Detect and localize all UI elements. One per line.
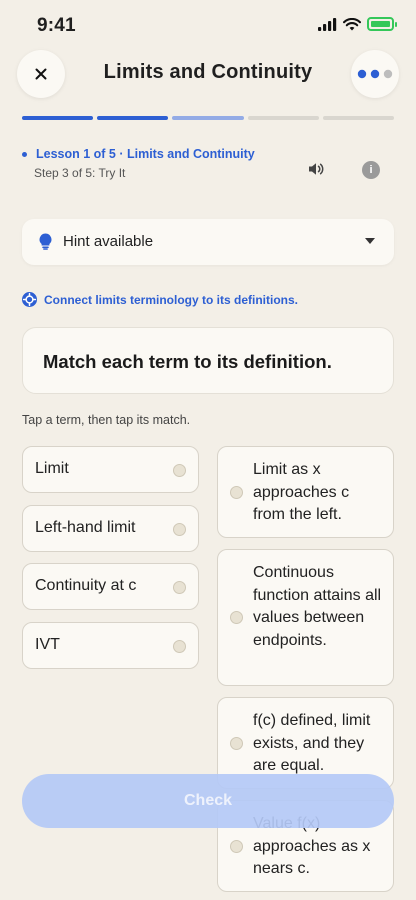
check-button[interactable]: Check [22, 774, 394, 828]
chevron-down-icon [365, 238, 375, 244]
speaker-icon [309, 163, 324, 175]
radio-icon [173, 464, 186, 477]
definition-card[interactable]: Limit as x approaches c from the left. [217, 446, 394, 538]
radio-icon [173, 523, 186, 536]
question-prompt: Match each term to its definition. [43, 351, 332, 372]
lesson-bullet [22, 152, 27, 157]
instruction-text: Tap a term, then tap its match. [22, 413, 191, 427]
radio-icon [173, 640, 186, 653]
more-dots-icon [357, 69, 393, 79]
term-label: Limit [35, 460, 69, 477]
lesson-progress [22, 116, 395, 120]
question-card: Match each term to its definition. [22, 327, 394, 394]
term-label: Left-hand limit [35, 519, 136, 536]
step-label: Step 3 of 5: Try It [34, 166, 126, 180]
radio-icon [230, 737, 243, 750]
term-label: Continuity at c [35, 577, 137, 594]
term-card-limit[interactable]: Limit [22, 446, 199, 493]
status-icons [318, 17, 397, 31]
term-label: IVT [35, 636, 60, 653]
learning-objective: Connect limits terminology to its defini… [44, 293, 299, 307]
hint-dropdown[interactable]: Hint available [22, 219, 394, 265]
status-bar: 9:41 [0, 0, 416, 50]
hint-label: Hint available [63, 233, 154, 250]
lesson-title: Lesson 1 of 5 · Limits and Continuity [36, 147, 255, 161]
radio-icon [230, 611, 243, 624]
progress-segment-5 [322, 116, 395, 120]
lightbulb-icon [39, 233, 52, 250]
definition-card[interactable]: Continuous function attains all values b… [217, 549, 394, 686]
audio-button[interactable] [308, 162, 324, 181]
signal-icon [318, 17, 337, 31]
progress-segment-3 [172, 116, 244, 120]
progress-segment-1 [22, 116, 94, 120]
info-icon[interactable]: i [362, 161, 380, 179]
term-card-continuity[interactable]: Continuity at c [22, 563, 199, 610]
definition-text: f(c) defined, limit exists, and they are… [253, 712, 371, 774]
more-button[interactable] [351, 50, 399, 98]
status-time: 9:41 [37, 15, 76, 36]
radio-icon [230, 486, 243, 499]
definition-text: Continuous function attains all values b… [253, 564, 382, 649]
battery-charging-icon [367, 17, 397, 31]
radio-icon [173, 581, 186, 594]
radio-icon [230, 840, 243, 853]
target-icon [22, 292, 37, 307]
definition-text: Limit as x approaches c from the left. [253, 461, 350, 523]
term-card-ivt[interactable]: IVT [22, 622, 199, 669]
term-card-left-hand-limit[interactable]: Left-hand limit [22, 505, 199, 552]
wifi-icon [343, 17, 361, 30]
progress-segment-2 [97, 116, 169, 120]
progress-segment-4 [247, 116, 319, 120]
